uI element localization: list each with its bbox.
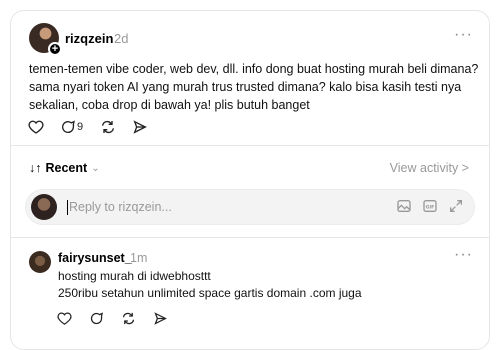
svg-text:GIF: GIF xyxy=(426,204,435,210)
comment-divider xyxy=(11,237,489,238)
comment-more-icon[interactable]: ··· xyxy=(454,246,473,264)
post-avatar[interactable]: + xyxy=(29,23,62,56)
sort-label: Recent xyxy=(45,161,88,175)
reply-count: 9 xyxy=(77,121,84,133)
image-icon[interactable] xyxy=(396,198,412,214)
more-options-icon[interactable]: ··· xyxy=(454,26,473,44)
comment-username[interactable]: fairysunset_ xyxy=(58,251,132,265)
reply-tools: GIF xyxy=(396,198,464,214)
comment-line-1: hosting murah di idwebhosttt xyxy=(58,269,211,283)
reply-button[interactable]: 9 xyxy=(60,116,100,138)
post-text: temen-temen vibe coder, web dev, dll. in… xyxy=(29,62,479,112)
comment-line-2: 250ribu setahun unlimited space gartis d… xyxy=(58,286,362,300)
comment-actions xyxy=(57,307,185,329)
post-time: 2d xyxy=(114,31,129,46)
comment-avatar[interactable] xyxy=(29,251,51,273)
view-activity-link[interactable]: View activity > xyxy=(390,161,469,175)
follow-plus-icon[interactable]: + xyxy=(48,42,62,56)
sort-icon: ↓↑ xyxy=(29,161,42,175)
expand-icon[interactable] xyxy=(448,198,464,214)
comment-time: 1m xyxy=(130,251,148,265)
sort-dropdown[interactable]: ↓↑ Recent ⌄ xyxy=(29,161,100,175)
post-actions: 9 xyxy=(28,116,164,138)
send-icon xyxy=(154,311,167,325)
thread-card: + rizqzein 2d ··· temen-temen vibe coder… xyxy=(10,10,490,350)
comment-reply-button[interactable] xyxy=(89,307,121,329)
section-divider xyxy=(11,145,489,146)
gif-icon[interactable]: GIF xyxy=(422,198,438,214)
repost-icon xyxy=(102,120,114,134)
comment-icon xyxy=(90,311,104,324)
comment-repost-button[interactable] xyxy=(121,307,153,329)
heart-icon xyxy=(57,312,72,325)
chevron-down-icon: ⌄ xyxy=(91,162,100,174)
reply-placeholder: Reply to rizqzein... xyxy=(69,200,172,214)
comment-share-button[interactable] xyxy=(153,307,185,329)
like-button[interactable] xyxy=(28,116,60,138)
repost-icon xyxy=(122,312,135,324)
post-username[interactable]: rizqzein xyxy=(65,31,113,46)
repost-button[interactable] xyxy=(100,116,132,138)
send-icon xyxy=(133,120,147,134)
share-button[interactable] xyxy=(132,116,164,138)
comment-text: hosting murah di idwebhosttt 250ribu set… xyxy=(58,268,478,302)
current-user-avatar xyxy=(31,194,57,220)
comment-like-button[interactable] xyxy=(57,307,89,329)
comment-icon xyxy=(62,120,75,133)
heart-icon xyxy=(28,120,44,134)
text-cursor xyxy=(67,200,68,215)
reply-input[interactable]: Reply to rizqzein... GIF xyxy=(25,189,475,225)
